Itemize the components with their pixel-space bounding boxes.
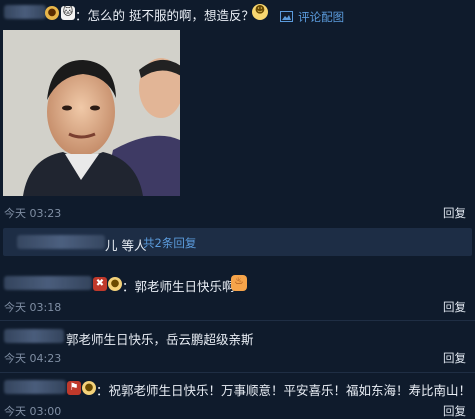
comment-text: 郭老师生日快乐，岳云鹏超级亲斯 xyxy=(66,332,254,347)
reply-usernames-redacted xyxy=(17,235,105,249)
flag-emoji-icon: ⚑ xyxy=(67,381,81,395)
view-image-label[interactable]: 评论配图 xyxy=(298,10,344,24)
comment-1: ● 🐱 ：怎么的 挺不服的啊，想造反？ ☻ 评论配图 今天 03:23 回复 xyxy=(0,0,475,222)
reply-people: 儿 等人 xyxy=(105,238,147,253)
cake-emoji-icon: ♨ xyxy=(231,275,247,291)
total-replies-link[interactable]: 共2条回复 xyxy=(143,235,196,251)
username-redacted[interactable] xyxy=(4,329,64,343)
view-image-link[interactable]: 评论配图 xyxy=(280,6,344,25)
reply-button[interactable]: 回复 xyxy=(443,299,466,315)
username-redacted[interactable] xyxy=(4,5,46,19)
bow-emoji-icon: ✖ xyxy=(93,277,107,291)
username-redacted[interactable] xyxy=(4,276,92,290)
reply-button[interactable]: 回复 xyxy=(443,205,466,221)
comment-time: 今天 03:23 xyxy=(4,207,62,220)
comment-text: ：祝郭老师生日快乐！万事顺意！平安喜乐！福如东海！寿比南山！ xyxy=(96,383,472,398)
divider xyxy=(0,320,475,321)
emoji-icon: ● xyxy=(45,6,59,20)
emoji-icon: ● xyxy=(108,277,122,291)
comment-text: ：郭老师生日快乐啊 xyxy=(122,279,235,294)
emoji-icon: ● xyxy=(82,381,96,395)
comment-image[interactable] xyxy=(3,30,180,196)
reply-summary-bar[interactable]: 儿 等人 共2条回复 xyxy=(3,228,472,256)
comment-time: 今天 03:00 xyxy=(4,405,62,418)
comment-text: ：怎么的 挺不服的啊，想造反？ xyxy=(75,8,254,23)
reply-button[interactable]: 回复 xyxy=(443,350,466,366)
comment-4: ⚑ ● ：祝郭老师生日快乐！万事顺意！平安喜乐！福如东海！寿比南山！ 今天 03… xyxy=(0,374,475,419)
divider xyxy=(0,372,475,373)
image-icon xyxy=(280,11,293,22)
reply-button[interactable]: 回复 xyxy=(443,403,466,419)
cat-face-emoji-icon: ☻ xyxy=(252,4,268,20)
comment-time: 今天 04:23 xyxy=(4,352,62,365)
username-redacted[interactable] xyxy=(4,380,66,394)
comment-time: 今天 03:18 xyxy=(4,301,62,314)
comment-3: 郭老师生日快乐，岳云鹏超级亲斯 今天 04:23 回复 xyxy=(0,322,475,370)
comment-2: ✖ ● ：郭老师生日快乐啊 ♨ 今天 03:18 回复 xyxy=(0,262,475,318)
comment-photo xyxy=(3,30,180,196)
cat-emoji-icon: 🐱 xyxy=(61,6,75,20)
